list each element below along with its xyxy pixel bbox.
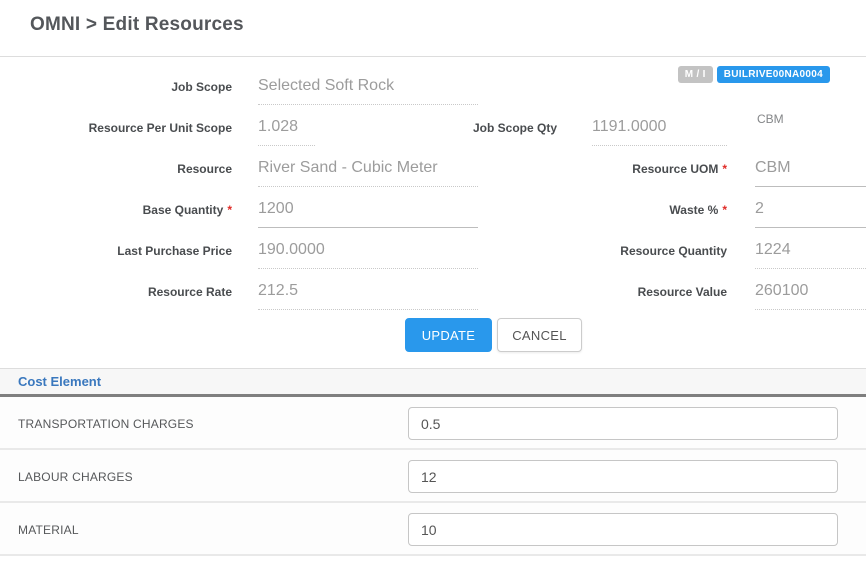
labour-charges-label: LABOUR CHARGES bbox=[18, 450, 133, 503]
resource-value: River Sand - Cubic Meter bbox=[258, 159, 478, 187]
form-row-resource-rate: Resource Rate 212.5 Resource Value 26010… bbox=[0, 271, 866, 312]
page-title: OMNI > Edit Resources bbox=[30, 14, 244, 36]
resource-rate-value: 212.5 bbox=[258, 282, 478, 310]
resource-uom-input[interactable]: CBM bbox=[755, 159, 866, 187]
resource-label: Resource bbox=[0, 148, 232, 189]
cost-element-header: Cost Element bbox=[0, 368, 866, 397]
update-button[interactable]: UPDATE bbox=[405, 318, 492, 352]
transportation-charges-input[interactable] bbox=[408, 407, 838, 440]
job-scope-qty-label: Job Scope Qty bbox=[400, 107, 557, 148]
resource-rate-label: Resource Rate bbox=[0, 271, 232, 312]
resource-quantity-label: Resource Quantity bbox=[480, 230, 727, 271]
base-quantity-label: Base Quantity * bbox=[0, 189, 232, 230]
job-scope-qty-unit: CBM bbox=[757, 112, 784, 126]
cost-row-transportation-charges: TRANSPORTATION CHARGES bbox=[0, 397, 866, 450]
waste-pct-required-asterisk: * bbox=[722, 203, 727, 217]
base-quantity-required-asterisk: * bbox=[227, 203, 232, 217]
form-row-job-scope: Job Scope Selected Soft Rock bbox=[0, 66, 866, 107]
waste-pct-label-text: Waste % bbox=[669, 203, 718, 217]
material-label: MATERIAL bbox=[18, 503, 79, 556]
resource-uom-label: Resource UOM * bbox=[480, 148, 727, 189]
job-scope-label: Job Scope bbox=[0, 66, 232, 107]
resource-quantity-value: 1224 bbox=[755, 241, 866, 269]
resource-per-unit-scope-label: Resource Per Unit Scope bbox=[0, 107, 232, 148]
transportation-charges-label: TRANSPORTATION CHARGES bbox=[18, 397, 194, 450]
material-input[interactable] bbox=[408, 513, 838, 546]
edit-resources-page: OMNI > Edit Resources M / I BUILRIVE00NA… bbox=[0, 0, 866, 566]
base-quantity-label-text: Base Quantity bbox=[143, 203, 224, 217]
cancel-button[interactable]: CANCEL bbox=[497, 318, 582, 352]
cost-element-section: Cost Element TRANSPORTATION CHARGES LABO… bbox=[0, 368, 866, 556]
cost-row-labour-charges: LABOUR CHARGES bbox=[0, 450, 866, 503]
header-divider bbox=[0, 56, 866, 57]
cost-element-title: Cost Element bbox=[18, 374, 101, 389]
cost-row-material: MATERIAL bbox=[0, 503, 866, 556]
waste-pct-label: Waste % * bbox=[480, 189, 727, 230]
resource-uom-label-text: Resource UOM bbox=[632, 162, 718, 176]
waste-pct-input[interactable]: 2 bbox=[755, 200, 866, 228]
resource-value-label: Resource Value bbox=[480, 271, 727, 312]
resource-uom-required-asterisk: * bbox=[722, 162, 727, 176]
form-row-per-unit-scope: Resource Per Unit Scope 1.028 Job Scope … bbox=[0, 107, 866, 148]
resource-per-unit-scope-value: 1.028 bbox=[258, 118, 315, 146]
form-row-base-quantity: Base Quantity * 1200 Waste % * 2 bbox=[0, 189, 866, 230]
last-purchase-price-label: Last Purchase Price bbox=[0, 230, 232, 271]
last-purchase-price-value: 190.0000 bbox=[258, 241, 478, 269]
labour-charges-input[interactable] bbox=[408, 460, 838, 493]
job-scope-qty-value: 1191.0000 bbox=[592, 118, 727, 146]
form-row-resource: Resource River Sand - Cubic Meter Resour… bbox=[0, 148, 866, 189]
form-row-last-purchase-price: Last Purchase Price 190.0000 Resource Qu… bbox=[0, 230, 866, 271]
job-scope-value: Selected Soft Rock bbox=[258, 77, 478, 105]
resource-value-value: 260100 bbox=[755, 282, 866, 310]
form-actions: UPDATE CANCEL bbox=[0, 318, 866, 352]
base-quantity-input[interactable]: 1200 bbox=[258, 200, 478, 228]
